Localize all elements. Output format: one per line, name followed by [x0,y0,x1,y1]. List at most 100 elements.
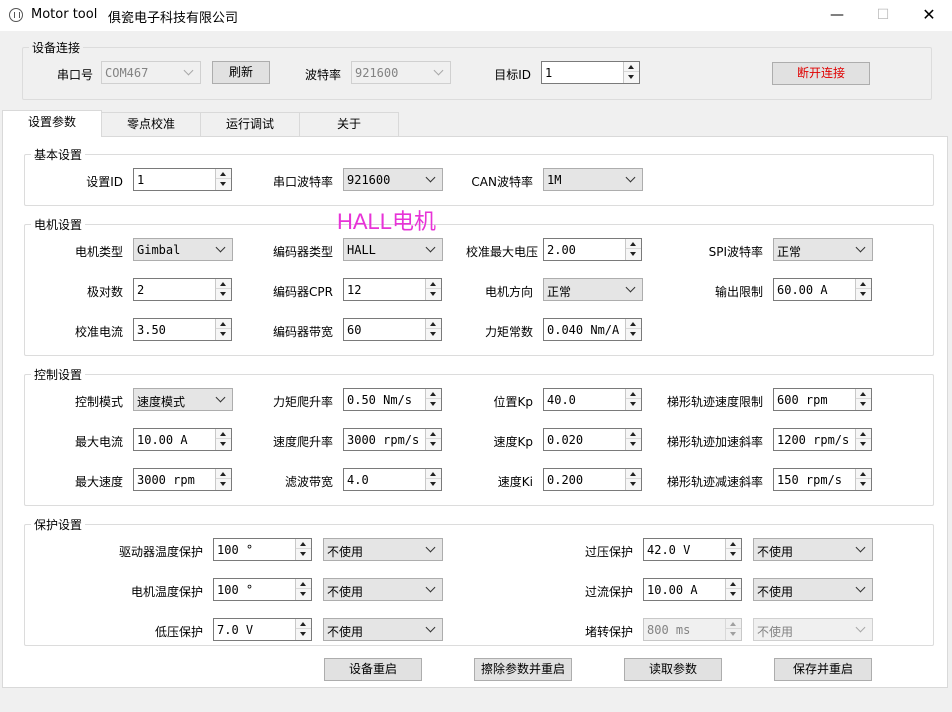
read-params-button[interactable]: 读取参数 [624,658,722,681]
overcurrent-mode-select[interactable]: 不使用 [753,578,873,601]
spin-up-icon[interactable] [216,469,231,479]
max-speed-input[interactable]: 3000 rpm [133,468,232,491]
spin-up-icon[interactable] [216,169,231,179]
cal-current-input[interactable]: 3.50 [133,318,232,341]
device-id-input[interactable]: 1 [133,168,232,191]
spin-up-icon[interactable] [626,469,641,479]
vel-kp-input[interactable]: 0.020 [543,428,642,451]
stall-input[interactable]: 800 ms [643,618,742,641]
spin-up-icon[interactable] [426,319,441,329]
traj-decel-input[interactable]: 150 rpm/s [773,468,872,491]
erase-and-reboot-button[interactable]: 擦除参数并重启 [474,658,572,681]
baud-select[interactable]: 921600 [351,61,451,84]
spin-down-icon[interactable] [856,289,871,299]
overvolt-input[interactable]: 42.0 V [643,538,742,561]
spin-down-icon[interactable] [856,479,871,489]
motor-dir-select[interactable]: 正常 [543,278,643,301]
driver-temp-input[interactable]: 100 ° [213,538,312,561]
spin-down-icon[interactable] [216,479,231,489]
traj-vel-input[interactable]: 600 rpm [773,388,872,411]
spin-up-icon[interactable] [296,619,311,629]
spin-up-icon[interactable] [426,429,441,439]
spin-up-icon[interactable] [216,279,231,289]
spin-up-icon[interactable] [216,319,231,329]
spin-down-icon[interactable] [626,479,641,489]
spin-down-icon[interactable] [426,289,441,299]
maximize-icon[interactable]: ☐ [860,0,906,31]
spin-down-icon[interactable] [626,439,641,449]
close-icon[interactable]: ✕ [906,0,952,31]
spin-up-icon[interactable] [726,579,741,589]
minimize-icon[interactable]: — [814,0,860,31]
spin-down-icon[interactable] [626,329,641,339]
target-id-input[interactable]: 1 [541,61,640,84]
tab-run-debug[interactable]: 运行调试 [200,112,300,136]
disconnect-button[interactable]: 断开连接 [772,62,870,85]
save-and-reboot-button[interactable]: 保存并重启 [774,658,872,681]
spin-up-icon[interactable] [296,539,311,549]
spin-down-icon[interactable] [626,249,641,259]
undervolt-mode-select[interactable]: 不使用 [323,618,443,641]
torque-const-input[interactable]: 0.040 Nm/A [543,318,642,341]
cal-max-voltage-input[interactable]: 2.00 [543,238,642,261]
spin-up-icon[interactable] [726,539,741,549]
torque-ramp-input[interactable]: 0.50 Nm/s [343,388,442,411]
spin-down-icon[interactable] [426,399,441,409]
stall-mode-select[interactable]: 不使用 [753,618,873,641]
spin-down-icon[interactable] [856,439,871,449]
tab-zero-calibration[interactable]: 零点校准 [101,112,201,136]
spin-up-icon[interactable] [626,319,641,329]
spin-down-icon[interactable] [216,329,231,339]
spin-down-icon[interactable] [726,629,741,639]
filter-bw-input[interactable]: 4.0 [343,468,442,491]
undervolt-input[interactable]: 7.0 V [213,618,312,641]
control-mode-select[interactable]: 速度模式 [133,388,233,411]
motor-temp-input[interactable]: 100 ° [213,578,312,601]
spin-down-icon[interactable] [216,179,231,189]
vel-ki-input[interactable]: 0.200 [543,468,642,491]
tab-about[interactable]: 关于 [299,112,399,136]
spin-up-icon[interactable] [726,619,741,629]
spin-up-icon[interactable] [626,389,641,399]
spin-down-icon[interactable] [426,439,441,449]
spin-up-icon[interactable] [426,279,441,289]
can-baud-select[interactable]: 1M [543,168,643,191]
spin-down-icon[interactable] [216,289,231,299]
spi-baud-select[interactable]: 正常 [773,238,873,261]
spin-down-icon[interactable] [726,589,741,599]
spin-up-icon[interactable] [426,469,441,479]
refresh-button[interactable]: 刷新 [212,61,270,84]
spin-up-icon[interactable] [626,429,641,439]
spin-down-icon[interactable] [624,72,639,82]
overcurrent-input[interactable]: 10.00 A [643,578,742,601]
serial-baud-select[interactable]: 921600 [343,168,443,191]
output-limit-input[interactable]: 60.00 A [773,278,872,301]
spin-down-icon[interactable] [726,549,741,559]
spin-up-icon[interactable] [296,579,311,589]
spin-up-icon[interactable] [856,279,871,289]
tab-settings[interactable]: 设置参数 [2,110,102,137]
encoder-bw-input[interactable]: 60 [343,318,442,341]
overvolt-mode-select[interactable]: 不使用 [753,538,873,561]
pos-kp-input[interactable]: 40.0 [543,388,642,411]
spin-down-icon[interactable] [216,439,231,449]
driver-temp-mode-select[interactable]: 不使用 [323,538,443,561]
spin-down-icon[interactable] [856,399,871,409]
spin-down-icon[interactable] [296,629,311,639]
spin-up-icon[interactable] [626,239,641,249]
spin-down-icon[interactable] [626,399,641,409]
spin-up-icon[interactable] [216,429,231,439]
spin-down-icon[interactable] [296,549,311,559]
encoder-type-select[interactable]: HALL [343,238,443,261]
spin-up-icon[interactable] [856,389,871,399]
port-select[interactable]: COM467 [101,61,201,84]
spin-up-icon[interactable] [426,389,441,399]
spin-up-icon[interactable] [856,469,871,479]
spin-down-icon[interactable] [426,479,441,489]
reboot-button[interactable]: 设备重启 [324,658,422,681]
max-current-input[interactable]: 10.00 A [133,428,232,451]
spin-up-icon[interactable] [624,62,639,72]
encoder-cpr-input[interactable]: 12 [343,278,442,301]
spin-down-icon[interactable] [296,589,311,599]
motor-temp-mode-select[interactable]: 不使用 [323,578,443,601]
